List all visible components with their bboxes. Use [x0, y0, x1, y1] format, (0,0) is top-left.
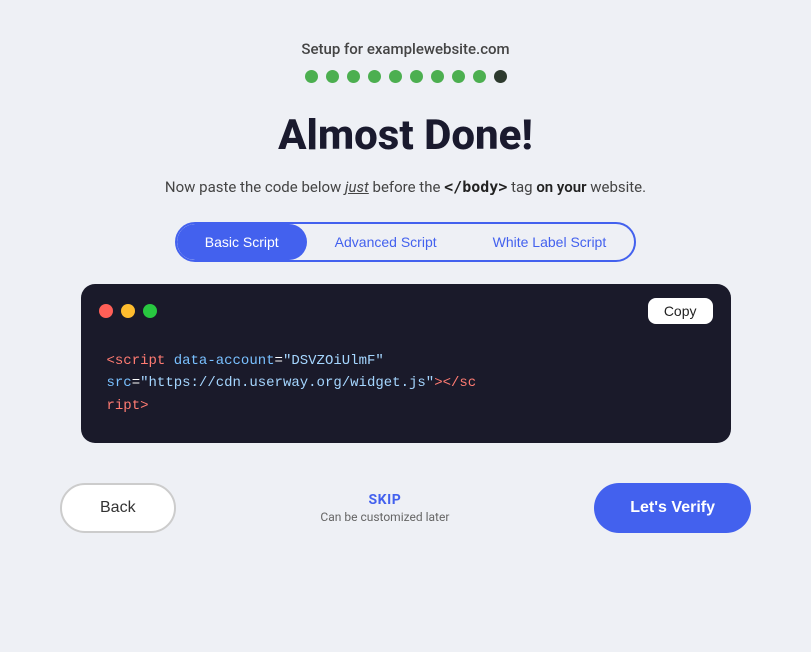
code-content: <script data-account="DSVZOiUlmF" src="h…: [81, 332, 731, 443]
dot-3: [347, 70, 360, 83]
dot-1: [305, 70, 318, 83]
tab-basic-script[interactable]: Basic Script: [177, 224, 307, 260]
instruction-text: Now paste the code below just before the…: [165, 178, 646, 196]
traffic-lights: [99, 304, 157, 318]
skip-area: SKIP Can be customized later: [320, 492, 449, 524]
tab-advanced-script[interactable]: Advanced Script: [307, 224, 465, 260]
back-button[interactable]: Back: [60, 483, 176, 533]
tab-white-label-script[interactable]: White Label Script: [465, 224, 635, 260]
dot-2: [326, 70, 339, 83]
dot-10: [494, 70, 507, 83]
dot-9: [473, 70, 486, 83]
setup-label: Setup for examplewebsite.com: [301, 40, 509, 58]
script-tabs: Basic Script Advanced Script White Label…: [175, 222, 636, 262]
code-titlebar: Copy: [81, 284, 731, 332]
maximize-dot: [143, 304, 157, 318]
page-title: Almost Done!: [278, 111, 533, 160]
code-window: Copy <script data-account="DSVZOiUlmF" s…: [81, 284, 731, 443]
dot-5: [389, 70, 402, 83]
skip-sub-label: Can be customized later: [320, 510, 449, 524]
skip-label[interactable]: SKIP: [368, 492, 401, 508]
dot-8: [452, 70, 465, 83]
verify-button[interactable]: Let's Verify: [594, 483, 751, 533]
footer: Back SKIP Can be customized later Let's …: [0, 483, 811, 533]
dot-6: [410, 70, 423, 83]
minimize-dot: [121, 304, 135, 318]
copy-button[interactable]: Copy: [648, 298, 713, 324]
dot-4: [368, 70, 381, 83]
dot-7: [431, 70, 444, 83]
close-dot: [99, 304, 113, 318]
progress-dots: [305, 70, 507, 83]
